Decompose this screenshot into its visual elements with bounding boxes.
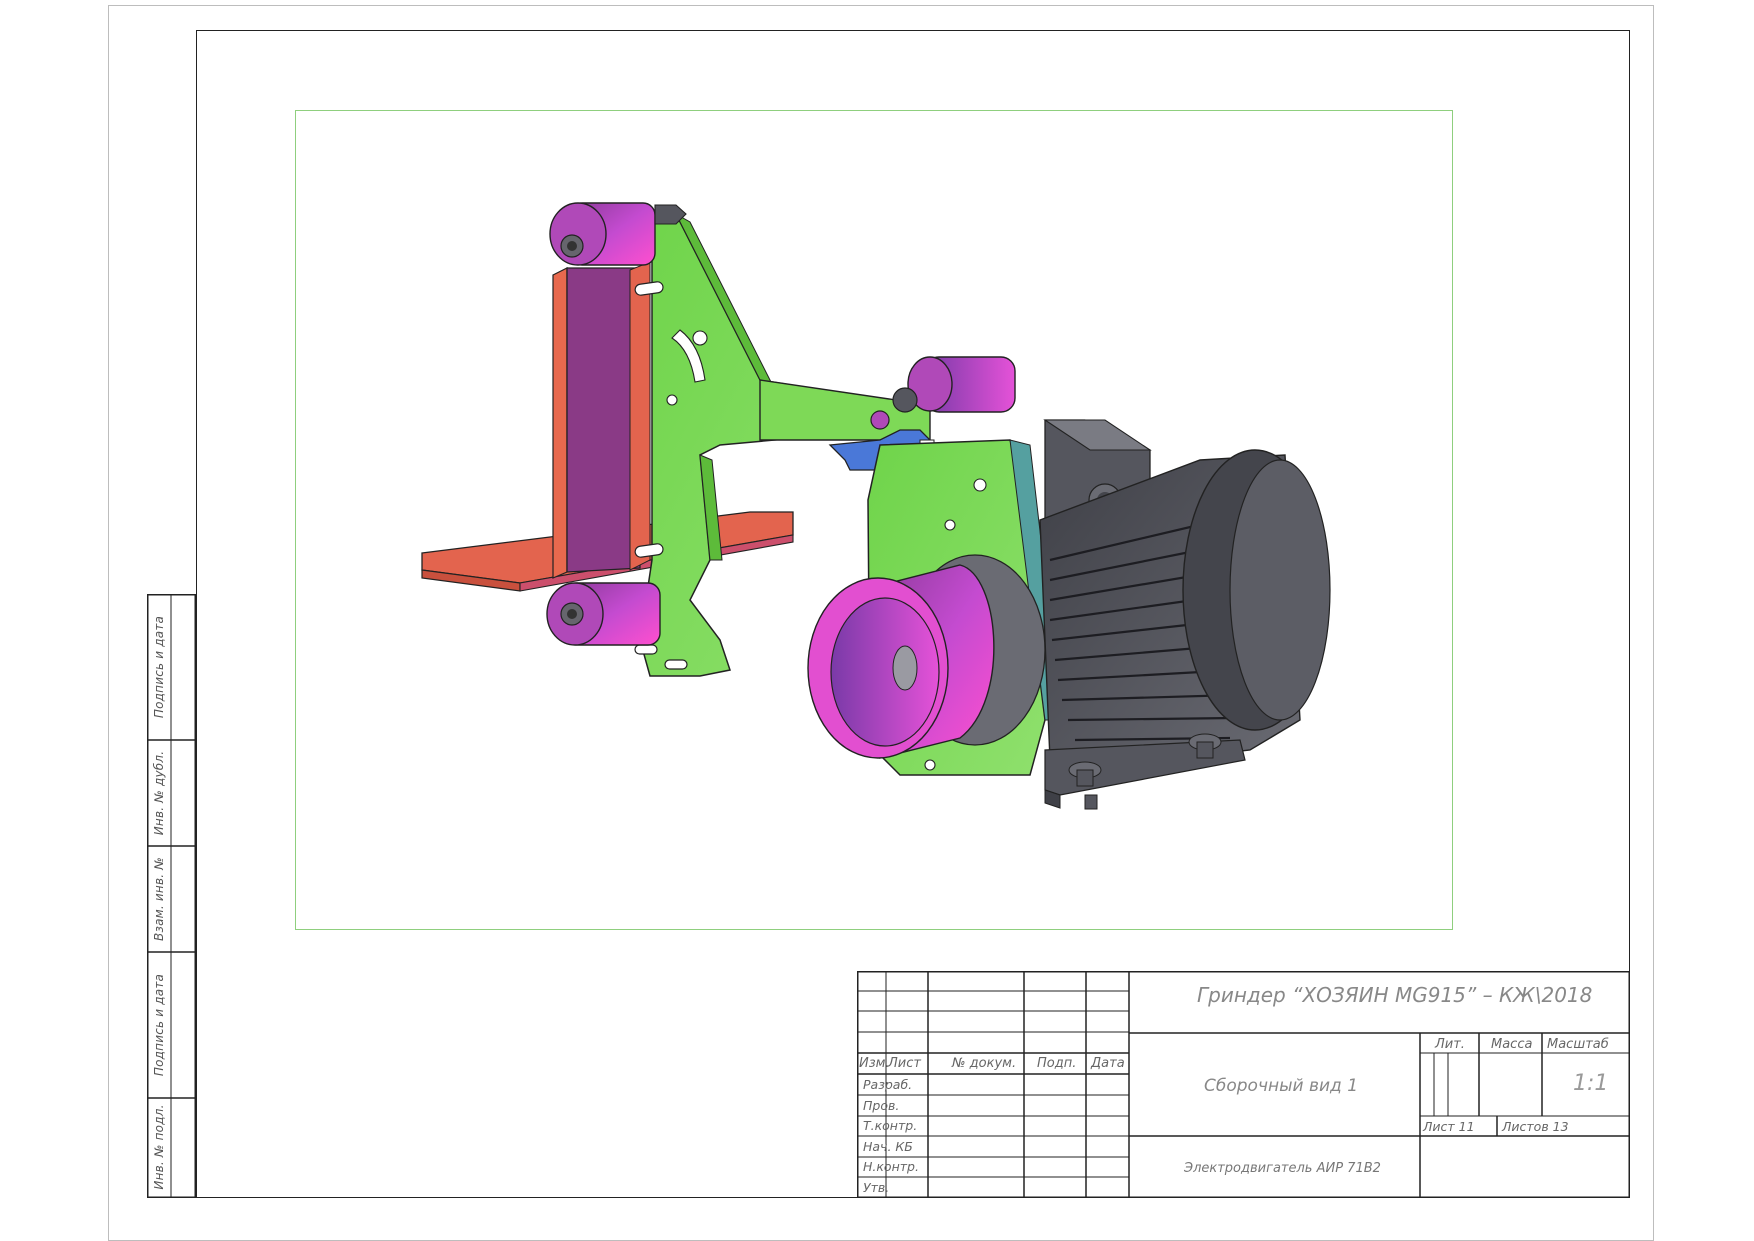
col-sign: Подп. xyxy=(1037,1056,1077,1071)
role-head-kb: Нач. КБ xyxy=(863,1139,913,1154)
role-checker: Пров. xyxy=(863,1098,900,1113)
drive-wheel xyxy=(807,554,1046,759)
sheet-number: Лист 11 xyxy=(1423,1119,1475,1134)
role-approved: Утв. xyxy=(863,1180,890,1195)
mass-label: Масса xyxy=(1491,1037,1533,1052)
col-izm: Изм. xyxy=(859,1056,890,1071)
col-doc-no: № докум. xyxy=(952,1056,1017,1071)
electric-motor xyxy=(1039,419,1331,810)
sanding-belt xyxy=(552,261,651,579)
component-name: Электродвигатель АИР 71В2 xyxy=(1184,1161,1381,1176)
drawing-designation: Гриндер “ХОЗЯИН MG915” – КЖ\2018 xyxy=(1197,983,1593,1007)
title-block: Гриндер “ХОЗЯИН MG915” – КЖ\2018 Изм. Ли… xyxy=(857,971,1630,1198)
role-tech-control: Т.контр. xyxy=(863,1118,918,1133)
col-date: Дата xyxy=(1091,1056,1125,1071)
role-developer: Разраб. xyxy=(863,1077,913,1092)
role-norm-control: Н.контр. xyxy=(863,1159,919,1174)
scale-label: Масштаб xyxy=(1547,1037,1609,1052)
lit-label: Лит. xyxy=(1435,1037,1465,1052)
bottom-roller xyxy=(546,582,661,646)
sheet-count: Листов 13 xyxy=(1502,1119,1569,1134)
col-list: Лист xyxy=(888,1056,921,1071)
scale-value: 1:1 xyxy=(1573,1071,1609,1096)
document-name: Сборочный вид 1 xyxy=(1204,1076,1359,1096)
